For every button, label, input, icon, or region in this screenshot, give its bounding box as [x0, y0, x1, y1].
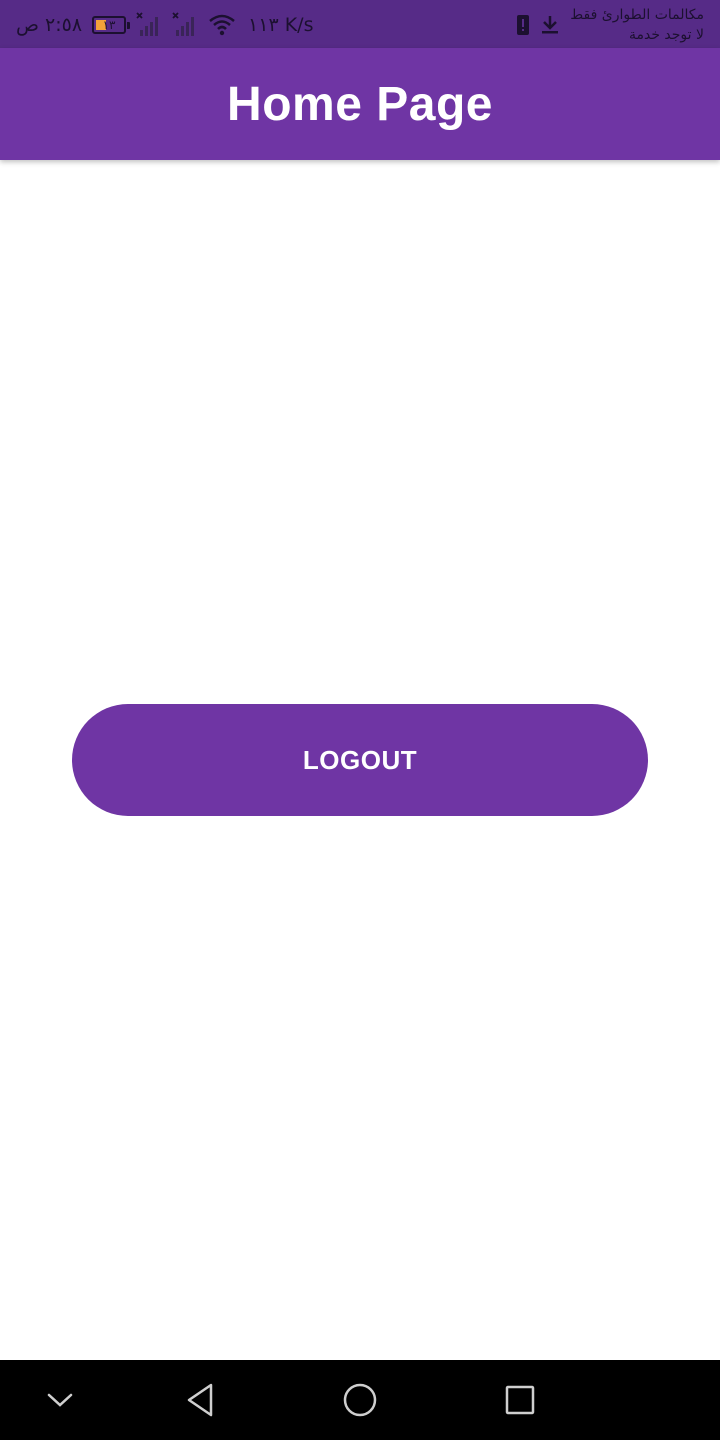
signal-no-service-icon	[136, 12, 162, 38]
notification-line-no-service: لا توجد خدمة	[628, 27, 704, 43]
screen: ٢:٥٨ ص ١٣ ١١٣ K/s مكالمات الطوارئ فقط لا…	[0, 0, 720, 1440]
collapse-icon[interactable]	[20, 1360, 100, 1440]
wifi-icon	[208, 13, 236, 37]
status-time: ٢:٥٨ ص	[16, 14, 83, 36]
alert-icon	[516, 13, 530, 37]
page-title: Home Page	[227, 77, 493, 131]
logout-button-label: LOGOUT	[302, 744, 418, 775]
notification-text: مكالمات الطوارئ فقط لا توجد خدمة	[570, 5, 704, 45]
navigation-bar	[0, 1360, 720, 1440]
back-icon[interactable]	[160, 1360, 240, 1440]
network-speed: ١١٣ K/s	[248, 14, 314, 36]
logout-button[interactable]: LOGOUT	[72, 704, 648, 816]
home-icon[interactable]	[320, 1360, 400, 1440]
status-right-group: مكالمات الطوارئ فقط لا توجد خدمة	[516, 4, 704, 46]
download-icon	[540, 14, 560, 36]
signal-no-service-icon	[172, 12, 198, 38]
recents-icon[interactable]	[480, 1360, 560, 1440]
battery-level-text: ١٣	[102, 18, 116, 32]
battery-icon: ١٣	[92, 16, 131, 34]
status-left-group: ٢:٥٨ ص ١٣ ١١٣ K/s	[16, 10, 313, 40]
notification-line-emergency: مكالمات الطوارئ فقط	[570, 7, 704, 23]
app-bar: Home Page	[0, 48, 720, 160]
status-bar: ٢:٥٨ ص ١٣ ١١٣ K/s مكالمات الطوارئ فقط لا…	[0, 0, 720, 48]
